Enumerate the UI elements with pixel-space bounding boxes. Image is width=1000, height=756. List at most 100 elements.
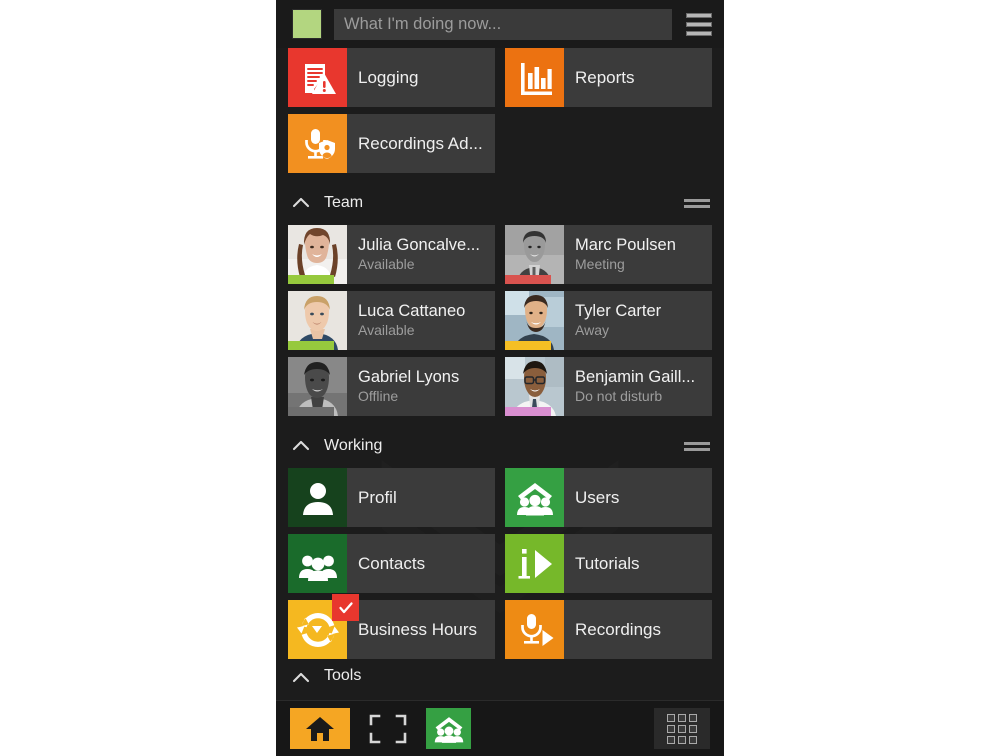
users-house-icon	[434, 716, 463, 743]
contact-status: Away	[575, 322, 609, 339]
section-title: Tools	[324, 667, 362, 684]
contact-name: Julia Goncalve...	[358, 235, 480, 254]
dialpad-cell	[678, 713, 686, 722]
contact-name: Tyler Carter	[575, 301, 662, 320]
contact-status: Offline	[358, 388, 399, 405]
section-header-team[interactable]: Team	[288, 181, 712, 225]
scroll-content: Logging Reports Recordings Ad... Team Ju…	[288, 48, 712, 689]
presence-bar	[505, 275, 551, 284]
contact-text: Julia Goncalve... Available	[347, 225, 486, 284]
main-scroll-area[interactable]: Logging Reports Recordings Ad... Team Ju…	[276, 48, 724, 700]
users-button[interactable]	[426, 708, 471, 749]
presence-bar	[505, 341, 551, 350]
contact-status: Available	[358, 256, 415, 273]
contact-card-tyler[interactable]: Tyler Carter Away	[505, 291, 712, 350]
contact-card-marc[interactable]: Marc Poulsen Meeting	[505, 225, 712, 284]
tile-label: Recordings	[575, 619, 661, 639]
microphone-play-icon	[505, 600, 564, 659]
dialpad-cell	[667, 735, 675, 744]
tile-label: Users	[575, 487, 620, 507]
contact-text: Gabriel Lyons Offline	[347, 357, 465, 416]
status-input[interactable]	[334, 8, 672, 40]
drag-handle-icon[interactable]	[684, 441, 710, 451]
fullscreen-icon	[369, 714, 407, 743]
person-icon	[288, 468, 347, 527]
hamburger-menu-icon[interactable]	[682, 7, 716, 41]
home-icon	[306, 716, 334, 741]
contact-name: Gabriel Lyons	[358, 367, 460, 386]
tile-label: Recordings Ad...	[358, 133, 483, 153]
hamburger-line	[686, 12, 712, 18]
tile-reports[interactable]: Reports	[505, 48, 712, 107]
users-house-icon	[505, 468, 564, 527]
presence-bar	[288, 407, 334, 416]
keypad-button[interactable]	[654, 708, 710, 749]
top-bar	[276, 0, 724, 48]
hamburger-line	[686, 21, 712, 27]
avatar	[288, 291, 347, 350]
contact-name: Marc Poulsen	[575, 235, 676, 254]
quick-tile-grid: Logging Reports Recordings Ad...	[288, 48, 712, 173]
contacts-group-icon	[288, 534, 347, 593]
available-status-indicator[interactable]	[292, 9, 322, 39]
avatar	[288, 357, 347, 416]
tile-tutorials[interactable]: Tutorials	[505, 534, 712, 593]
dialpad-grid-icon	[667, 713, 697, 744]
avatar	[288, 225, 347, 284]
section-header-working[interactable]: Working	[288, 424, 712, 468]
chevron-up-icon[interactable]	[290, 192, 312, 214]
bar-chart-icon	[505, 48, 564, 107]
contact-text: Tyler Carter Away	[564, 291, 667, 350]
dialpad-cell	[678, 724, 686, 733]
microphone-shield-icon	[288, 114, 347, 173]
tile-users[interactable]: Users	[505, 468, 712, 527]
presence-bar	[288, 341, 334, 350]
avatar	[505, 291, 564, 350]
checkmark-badge	[332, 594, 359, 621]
team-contact-grid: Julia Goncalve... Available Marc Poulsen…	[288, 225, 712, 416]
drag-line	[684, 204, 710, 208]
tile-label: Reports	[575, 67, 635, 87]
contact-card-luca[interactable]: Luca Cattaneo Available	[288, 291, 495, 350]
presence-bar	[505, 407, 551, 416]
contact-card-julia[interactable]: Julia Goncalve... Available	[288, 225, 495, 284]
tile-recordings-admin[interactable]: Recordings Ad...	[288, 114, 495, 173]
log-warning-icon	[288, 48, 347, 107]
cycle-arrows-icon	[288, 594, 359, 659]
dialpad-cell	[667, 713, 675, 722]
tile-logging[interactable]: Logging	[288, 48, 495, 107]
drag-handle-icon[interactable]	[684, 198, 710, 208]
dialpad-cell	[689, 724, 697, 733]
contact-text: Marc Poulsen Meeting	[564, 225, 682, 284]
hamburger-line	[686, 30, 712, 36]
section-title: Working	[324, 437, 383, 454]
tile-recordings[interactable]: Recordings	[505, 600, 712, 659]
contact-card-benjamin[interactable]: Benjamin Gaill... Do not disturb	[505, 357, 712, 416]
contact-status: Available	[358, 322, 415, 339]
chevron-up-icon[interactable]	[290, 435, 312, 457]
tile-label: Logging	[358, 67, 419, 87]
tile-label: Tutorials	[575, 553, 640, 573]
drag-line	[684, 441, 710, 445]
drag-line	[684, 198, 710, 202]
contact-name: Luca Cattaneo	[358, 301, 466, 320]
tile-label: Contacts	[358, 553, 426, 573]
dialpad-cell	[689, 713, 697, 722]
screenshot-stage: Logging Repor	[0, 0, 1000, 756]
tile-profil[interactable]: Profil	[288, 468, 495, 527]
fullscreen-button[interactable]	[363, 708, 413, 749]
tile-contacts[interactable]: Contacts	[288, 534, 495, 593]
drag-line	[684, 447, 710, 451]
dialpad-cell	[667, 724, 675, 733]
contact-card-gabriel[interactable]: Gabriel Lyons Offline	[288, 357, 495, 416]
info-play-icon	[505, 534, 564, 593]
contact-status: Meeting	[575, 256, 625, 273]
tile-business-hours[interactable]: Business Hours	[288, 594, 495, 659]
home-button[interactable]	[290, 708, 350, 749]
presence-bar	[288, 275, 334, 284]
dialpad-cell	[678, 735, 686, 744]
avatar	[505, 225, 564, 284]
chevron-up-icon[interactable]	[290, 667, 312, 689]
section-header-partial[interactable]: Tools	[288, 667, 712, 689]
section-title: Team	[324, 194, 364, 211]
